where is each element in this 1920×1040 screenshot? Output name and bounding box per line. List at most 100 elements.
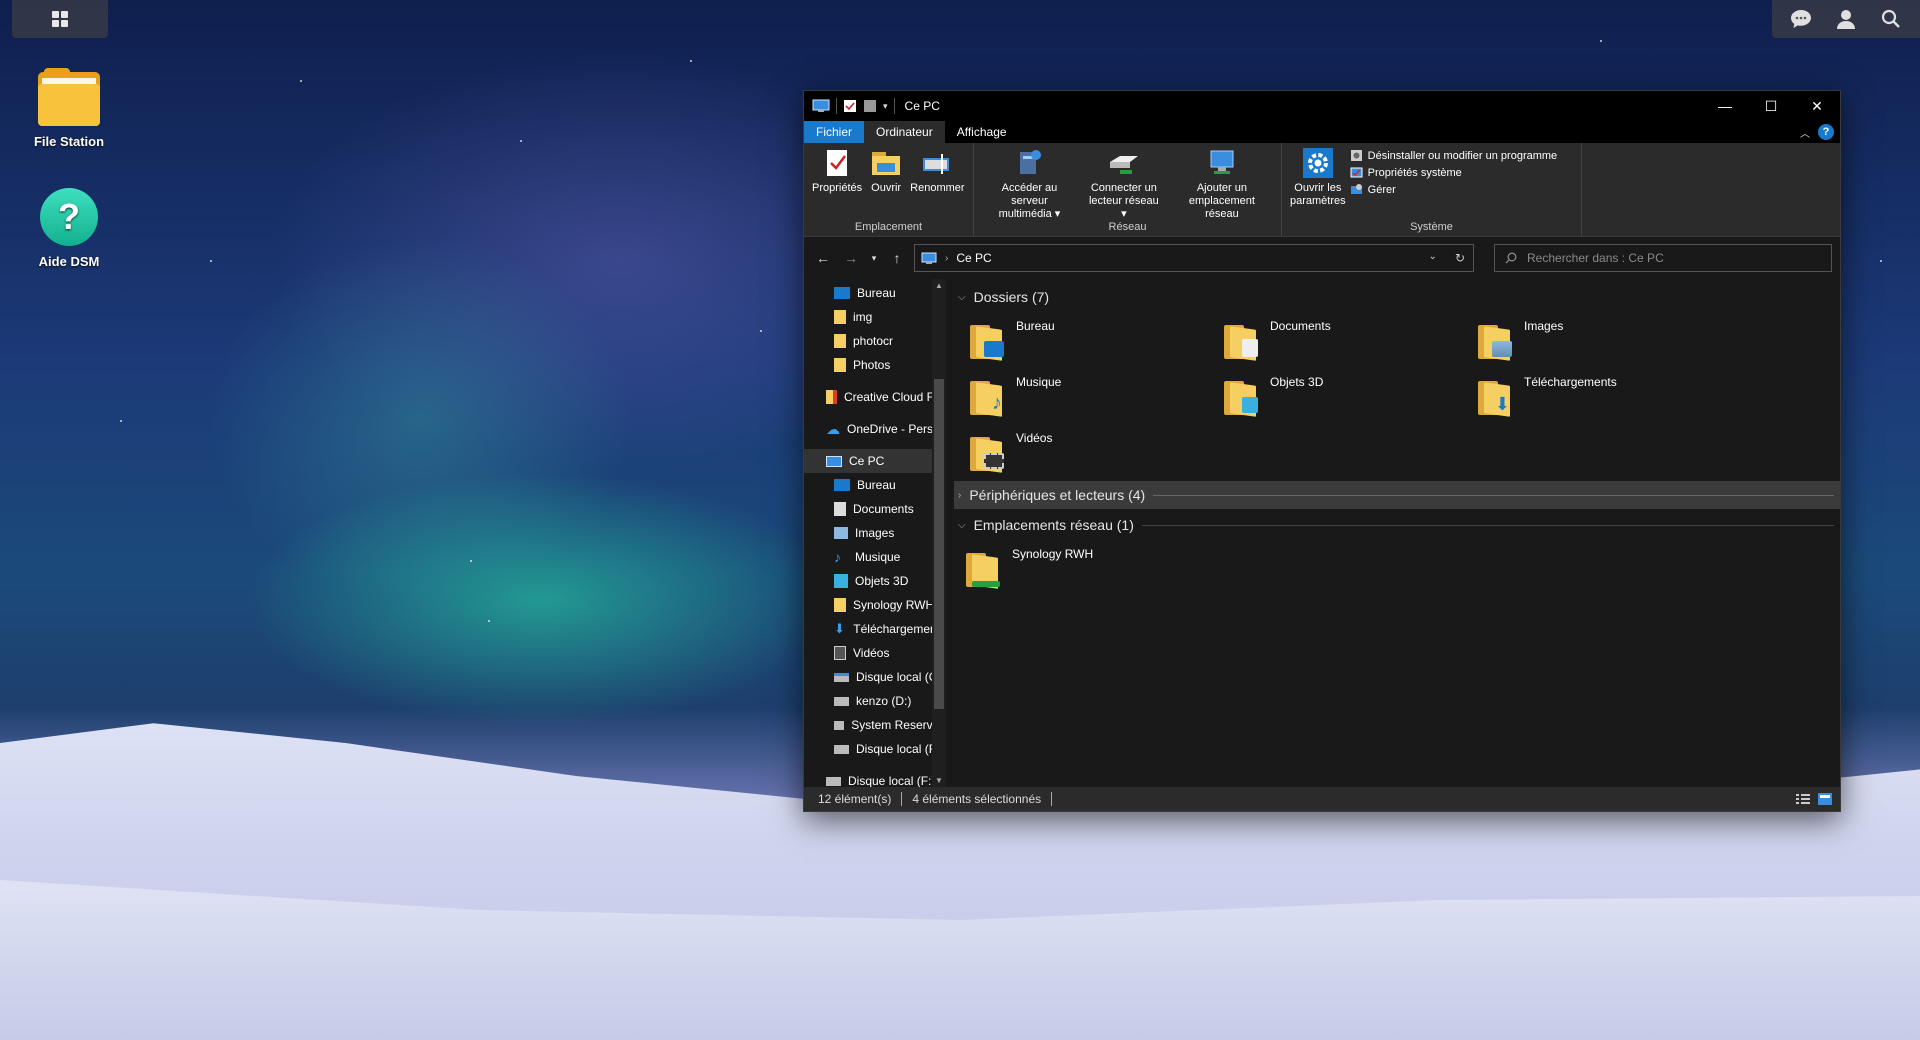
search-icon[interactable] <box>1877 5 1905 33</box>
rename-icon <box>921 147 953 179</box>
network-folder-icon <box>964 547 1004 591</box>
nav-item-label: img <box>853 310 873 324</box>
chat-icon[interactable] <box>1787 5 1815 33</box>
nav-item-pc-telechargements[interactable]: ⬇ Téléchargements <box>804 617 946 641</box>
navigation-pane: Bureau img photocr Photos Creative Cloud… <box>804 279 946 787</box>
uninstall-program-button[interactable]: Désinstaller ou modifier un programme <box>1350 149 1558 162</box>
recent-locations-icon[interactable]: ▾ <box>868 253 880 264</box>
section-title: Périphériques et lecteurs (4) <box>969 487 1146 503</box>
tab-file[interactable]: Fichier <box>804 121 865 143</box>
nav-scrollbar[interactable]: ▲ ▼ <box>932 279 946 787</box>
main-menu-button[interactable] <box>12 0 108 38</box>
star <box>1880 260 1882 262</box>
tab-computer[interactable]: Ordinateur <box>864 121 945 143</box>
search-field[interactable]: Rechercher dans : Ce PC <box>1494 244 1832 272</box>
desktop-icon <box>834 479 850 491</box>
nav-item-creative-cloud[interactable]: Creative Cloud File <box>804 385 946 409</box>
nav-item-pc-drive-c[interactable]: Disque local (C:) <box>804 665 946 689</box>
nav-item-pc-musique[interactable]: ♪ Musique <box>804 545 946 569</box>
star <box>520 140 522 142</box>
nav-item-label: Photos <box>853 358 891 372</box>
back-button[interactable]: ← <box>812 250 834 266</box>
uninstall-label: Désinstaller ou modifier un programme <box>1367 149 1558 162</box>
close-button[interactable]: ✕ <box>1794 91 1840 121</box>
tab-view[interactable]: Affichage <box>945 121 1019 143</box>
computer-icon <box>812 99 830 112</box>
folder-documents[interactable]: Documents <box>1222 313 1476 369</box>
nav-item-pc-drive-f[interactable]: Disque local (F:) <box>804 737 946 761</box>
download-icon: ⬇ <box>834 621 845 636</box>
3d-objects-folder-icon <box>1222 375 1262 419</box>
network-folder-icon <box>834 598 846 612</box>
nav-item-pc-documents[interactable]: Documents <box>804 497 946 521</box>
scroll-down-icon[interactable]: ▼ <box>935 776 943 785</box>
nav-item-label: Ce PC <box>849 454 885 468</box>
ribbon-group-system: Ouvrir les paramètres Désinstaller ou mo… <box>1282 143 1582 236</box>
new-folder-icon[interactable] <box>863 99 877 113</box>
nav-item-pc-system-reserved[interactable]: System Reserved <box>804 713 946 737</box>
system-properties-button[interactable]: Propriétés système <box>1350 166 1558 179</box>
star <box>470 560 472 562</box>
nav-item-photos[interactable]: Photos <box>804 353 946 377</box>
nav-item-pc-videos[interactable]: Vidéos <box>804 641 946 665</box>
folder-label: Objets 3D <box>1270 375 1324 389</box>
details-view-icon[interactable] <box>1796 793 1810 805</box>
maximize-button[interactable]: ☐ <box>1748 91 1794 121</box>
user-icon[interactable] <box>1832 5 1860 33</box>
properties-label: Propriétés <box>812 182 863 194</box>
section-folders[interactable]: ⌵ Dossiers (7) <box>954 283 1840 311</box>
map-drive-label-1: Connecter un <box>1090 182 1157 194</box>
drive-icon <box>834 720 845 730</box>
nav-item-photocr[interactable]: photocr <box>804 329 946 353</box>
address-field[interactable]: › Ce PC ⌄ ↻ <box>914 244 1474 272</box>
folder-telechargements[interactable]: ⬇ Téléchargements <box>1476 369 1730 425</box>
tiles-view-icon[interactable] <box>1818 793 1832 805</box>
collapse-ribbon-icon[interactable]: ︿ <box>1800 125 1810 140</box>
refresh-icon[interactable]: ↻ <box>1455 251 1465 265</box>
nav-item-label: Disque local (F:) <box>848 774 936 787</box>
nav-item-onedrive[interactable]: ☁ OneDrive - Person <box>804 417 946 441</box>
customize-toolbar-icon[interactable]: ▾ <box>883 101 888 112</box>
folder-label: Documents <box>1270 319 1331 333</box>
system-properties-icon <box>1350 167 1363 178</box>
nav-item-pc-drive-d[interactable]: kenzo (D:) <box>804 689 946 713</box>
desktop-icon-aide-dsm[interactable]: ? Aide DSM <box>14 188 124 269</box>
address-dropdown-icon[interactable]: ⌄ <box>1429 251 1437 265</box>
nav-item-img[interactable]: img <box>804 305 946 329</box>
nav-item-label: Bureau <box>857 286 896 300</box>
nav-item-pc-bureau[interactable]: Bureau <box>804 473 946 497</box>
folder-musique[interactable]: ♪ Musique <box>968 369 1222 425</box>
help-button[interactable]: ? <box>1818 124 1834 140</box>
minimize-button[interactable]: — <box>1702 91 1748 121</box>
nav-item-pc-objets-3d[interactable]: Objets 3D <box>804 569 946 593</box>
folder-videos[interactable]: Vidéos <box>968 425 1222 481</box>
network-location-synology[interactable]: Synology RWH <box>964 541 1218 597</box>
forward-button[interactable]: → <box>840 250 862 266</box>
properties-icon[interactable] <box>843 99 857 113</box>
nav-scroll-thumb[interactable] <box>934 379 944 709</box>
desktop-icon-file-station[interactable]: File Station <box>14 68 124 149</box>
grid-icon <box>52 11 68 27</box>
folder-images[interactable]: Images <box>1476 313 1730 369</box>
scroll-up-icon[interactable]: ▲ <box>935 281 943 290</box>
section-devices[interactable]: › Périphériques et lecteurs (4) <box>954 481 1840 509</box>
documents-icon <box>834 502 846 516</box>
manage-icon <box>1350 184 1362 194</box>
section-network[interactable]: ⌵ Emplacements réseau (1) <box>954 511 1840 539</box>
open-settings-label-2: paramètres <box>1290 195 1346 207</box>
nav-item-pc-images[interactable]: Images <box>804 521 946 545</box>
folder-objets-3d[interactable]: Objets 3D <box>1222 369 1476 425</box>
nav-item-bureau[interactable]: Bureau <box>804 281 946 305</box>
nav-item-pc-synology[interactable]: Synology RWH <box>804 593 946 617</box>
chevron-right-icon: › <box>958 489 962 501</box>
nav-item-this-pc[interactable]: Ce PC <box>804 449 946 473</box>
up-button[interactable]: ↑ <box>886 250 908 266</box>
manage-button[interactable]: Gérer <box>1350 183 1558 196</box>
nav-item-label: Objets 3D <box>855 574 909 588</box>
section-title: Emplacements réseau (1) <box>973 517 1134 533</box>
title-bar: ▾ Ce PC — ☐ ✕ <box>804 91 1840 121</box>
nav-item-drive-f[interactable]: Disque local (F:) <box>804 769 946 787</box>
3d-objects-icon <box>834 574 848 588</box>
folder-bureau[interactable]: Bureau <box>968 313 1222 369</box>
open-folder-icon <box>870 147 902 179</box>
